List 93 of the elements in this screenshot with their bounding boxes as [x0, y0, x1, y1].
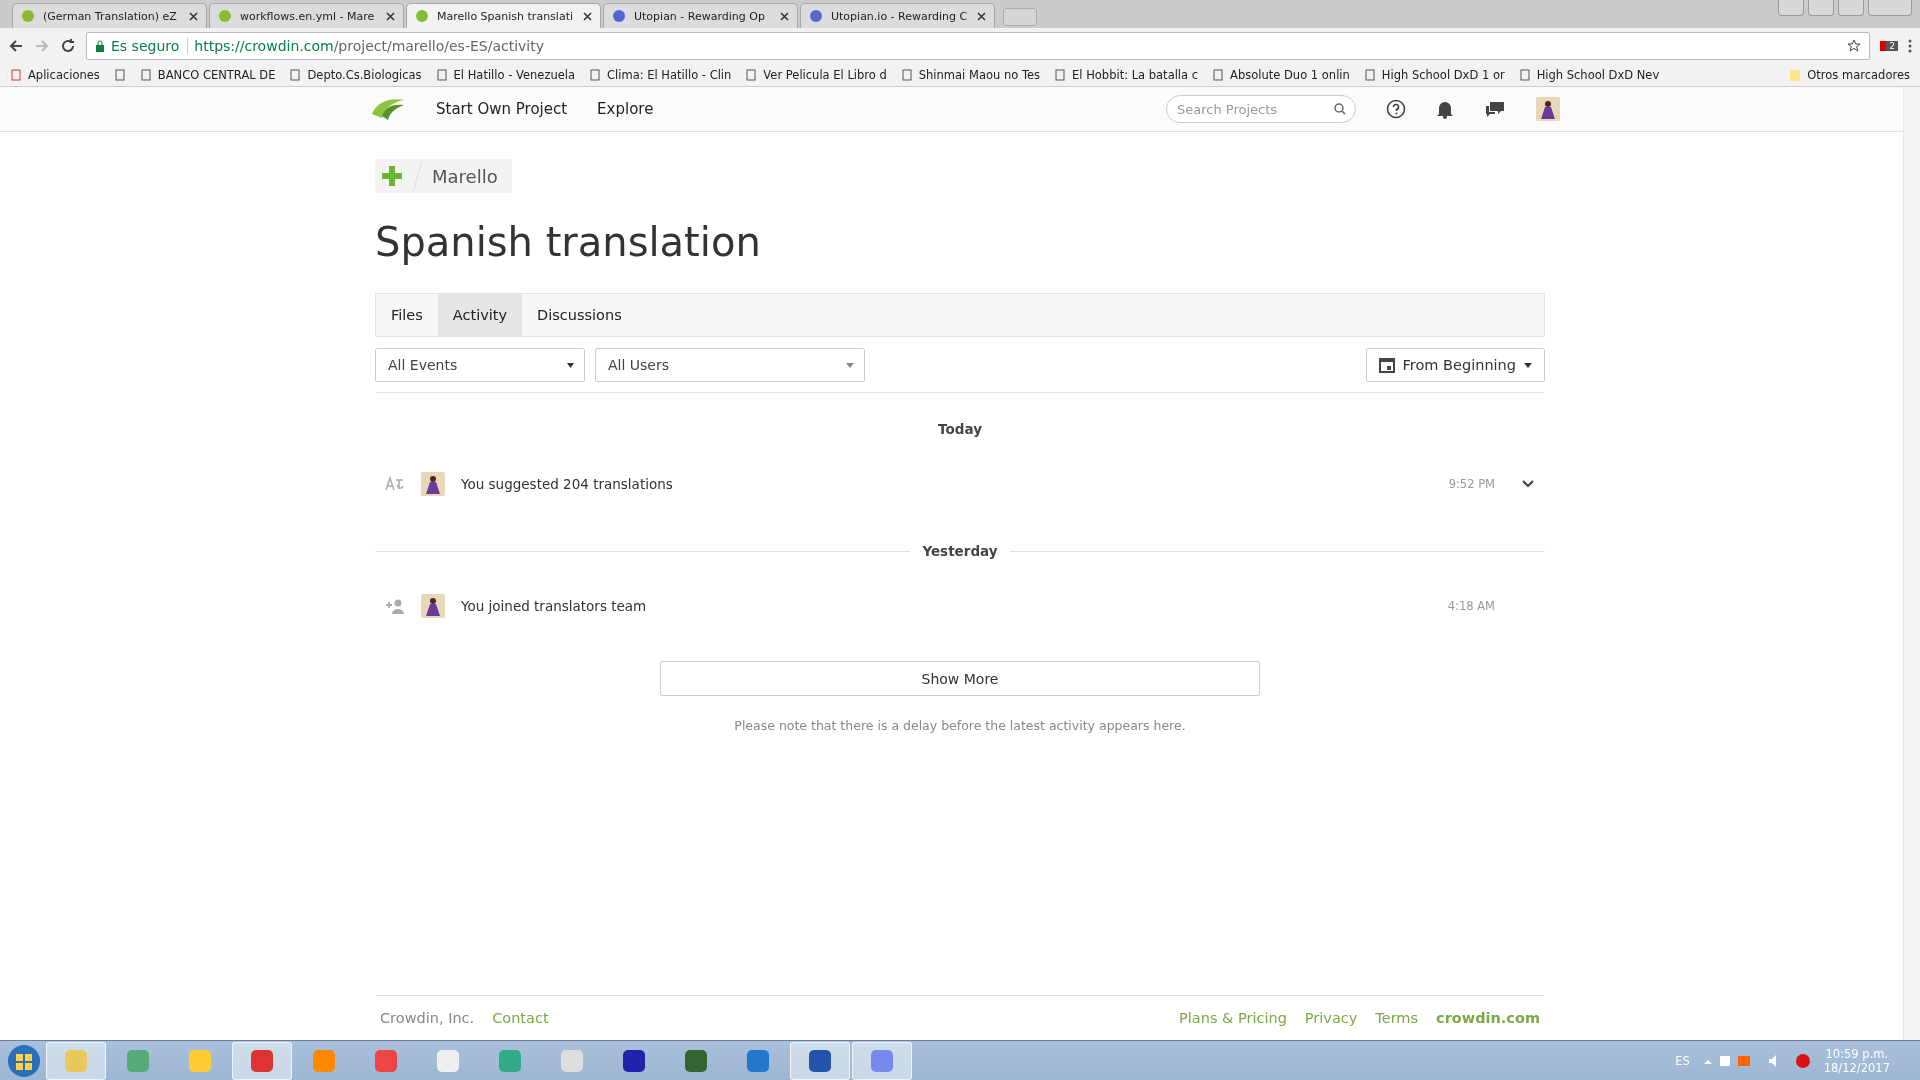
bookmark[interactable]: El Hobbit: La batalla c [1054, 68, 1199, 82]
user-avatar [421, 472, 445, 496]
close-window-button[interactable] [1868, 0, 1912, 16]
taskbar-app[interactable] [790, 1041, 850, 1080]
user-avatar [421, 594, 445, 618]
page-icon [745, 69, 758, 81]
bookmark[interactable]: Shinmai Maou no Tes [900, 68, 1041, 82]
favicon-icon [218, 9, 232, 23]
extension-badge[interactable]: 2 [1880, 41, 1898, 51]
favicon-icon [809, 9, 823, 23]
bookmark[interactable]: Aplicaciones [10, 68, 100, 82]
close-icon[interactable] [977, 11, 986, 21]
add-user-icon [385, 598, 405, 614]
browser-tab[interactable]: workflows.en.yml - Mare [209, 3, 404, 28]
profile-button[interactable] [1778, 0, 1804, 16]
bookmark[interactable]: Depto.Cs.Biologicas [289, 68, 422, 82]
favicon-icon [612, 9, 626, 23]
period-button[interactable]: From Beginning [1365, 348, 1545, 382]
page-icon[interactable] [113, 69, 126, 81]
activity-text: You suggested 204 translations [461, 476, 673, 492]
bell-icon[interactable] [1436, 99, 1454, 119]
page-icon [589, 69, 602, 81]
minimize-button[interactable] [1808, 0, 1834, 16]
project-icon [381, 165, 403, 187]
back-icon[interactable] [8, 38, 24, 54]
browser-tab[interactable]: Utopian - Rewarding Op [603, 3, 798, 28]
page-icon [289, 69, 302, 81]
events-select[interactable]: All Events [375, 348, 585, 382]
calendar-icon [1378, 357, 1395, 373]
breadcrumb[interactable]: Marello [375, 159, 512, 193]
caret-icon [846, 362, 854, 368]
lock-icon [95, 40, 105, 52]
taskbar-app[interactable] [232, 1041, 292, 1080]
bookmark[interactable]: Absolute Duo 1 onlin [1212, 68, 1350, 82]
user-avatar[interactable] [1536, 97, 1560, 121]
show-more-button[interactable]: Show More [660, 661, 1260, 696]
page-icon [1363, 69, 1376, 81]
day-heading: Today [938, 421, 982, 437]
browser-tab[interactable]: (German Translation) eZ [12, 3, 207, 28]
tab[interactable]: Discussions [522, 294, 637, 336]
url-path: /project/marello/es-ES/activity [333, 38, 544, 54]
activity-time: 9:52 PM [1448, 477, 1495, 491]
bookmark[interactable]: High School DxD 1 or [1363, 68, 1505, 82]
tray-icon[interactable] [1795, 1053, 1810, 1068]
apps-icon [10, 69, 22, 81]
menu-icon[interactable] [1908, 39, 1912, 53]
company-name: Crowdin, Inc. [380, 1010, 475, 1026]
nav-link[interactable]: Start Own Project [436, 100, 568, 118]
browser-tab[interactable]: Marello Spanish translati [406, 3, 601, 28]
favicon-icon [415, 9, 429, 23]
bookmark[interactable]: El Hatillo - Venezuela [435, 68, 576, 82]
favicon-icon [21, 9, 35, 23]
search-icon [1334, 103, 1346, 115]
page-title: Spanish translation [375, 219, 762, 265]
tab[interactable]: Files [376, 294, 438, 336]
page-icon [139, 69, 152, 81]
secure-label: Es seguro [111, 38, 189, 54]
taskbar-app[interactable] [852, 1041, 912, 1080]
users-select[interactable]: All Users [595, 348, 865, 382]
tab[interactable]: Activity [437, 294, 523, 336]
caret-icon [567, 362, 574, 368]
bookmark[interactable]: Ver Pelicula El Libro d [745, 68, 887, 82]
translate-icon [385, 476, 405, 492]
close-icon[interactable] [780, 11, 789, 21]
day-heading: Yesterday [922, 543, 998, 559]
maximize-button[interactable] [1838, 0, 1864, 16]
page-icon [1212, 69, 1225, 81]
page-icon [900, 69, 913, 81]
bookmark[interactable]: BANCO CENTRAL DE [139, 68, 276, 82]
address-field[interactable]: Es seguro https://crowdin.com/project/marello/es-ES/activity [86, 32, 1871, 60]
activity-text: You joined translators team [461, 598, 647, 614]
folder-icon [1789, 69, 1802, 81]
other-bookmarks[interactable]: Otros marcadores [1789, 68, 1910, 82]
chat-icon[interactable] [1484, 100, 1506, 118]
page-icon [1518, 69, 1531, 81]
close-icon[interactable] [189, 11, 198, 21]
logo-icon[interactable] [370, 96, 406, 122]
reload-icon[interactable] [60, 38, 76, 54]
close-icon[interactable] [386, 11, 395, 21]
page-icon [435, 69, 448, 81]
bookmark[interactable]: Clima: El Hatillo - Clin [589, 68, 732, 82]
activity-time: 4:18 AM [1447, 599, 1495, 613]
browser-tab[interactable]: Utopian.io - Rewarding C [800, 3, 995, 28]
help-icon[interactable] [1386, 99, 1406, 119]
caret-icon [1524, 362, 1532, 368]
nav-link[interactable]: Explore [597, 100, 654, 118]
close-icon[interactable] [583, 11, 592, 21]
delay-note: Please note that there is a delay before the latest activity appears here. [733, 718, 1187, 733]
search-field[interactable]: Search Projects [1166, 95, 1356, 123]
page-icon [1054, 69, 1067, 81]
url-host: https://crowdin.com [194, 38, 334, 54]
star-icon[interactable] [1847, 39, 1862, 53]
bookmark[interactable]: High School DxD Nev [1518, 68, 1660, 82]
